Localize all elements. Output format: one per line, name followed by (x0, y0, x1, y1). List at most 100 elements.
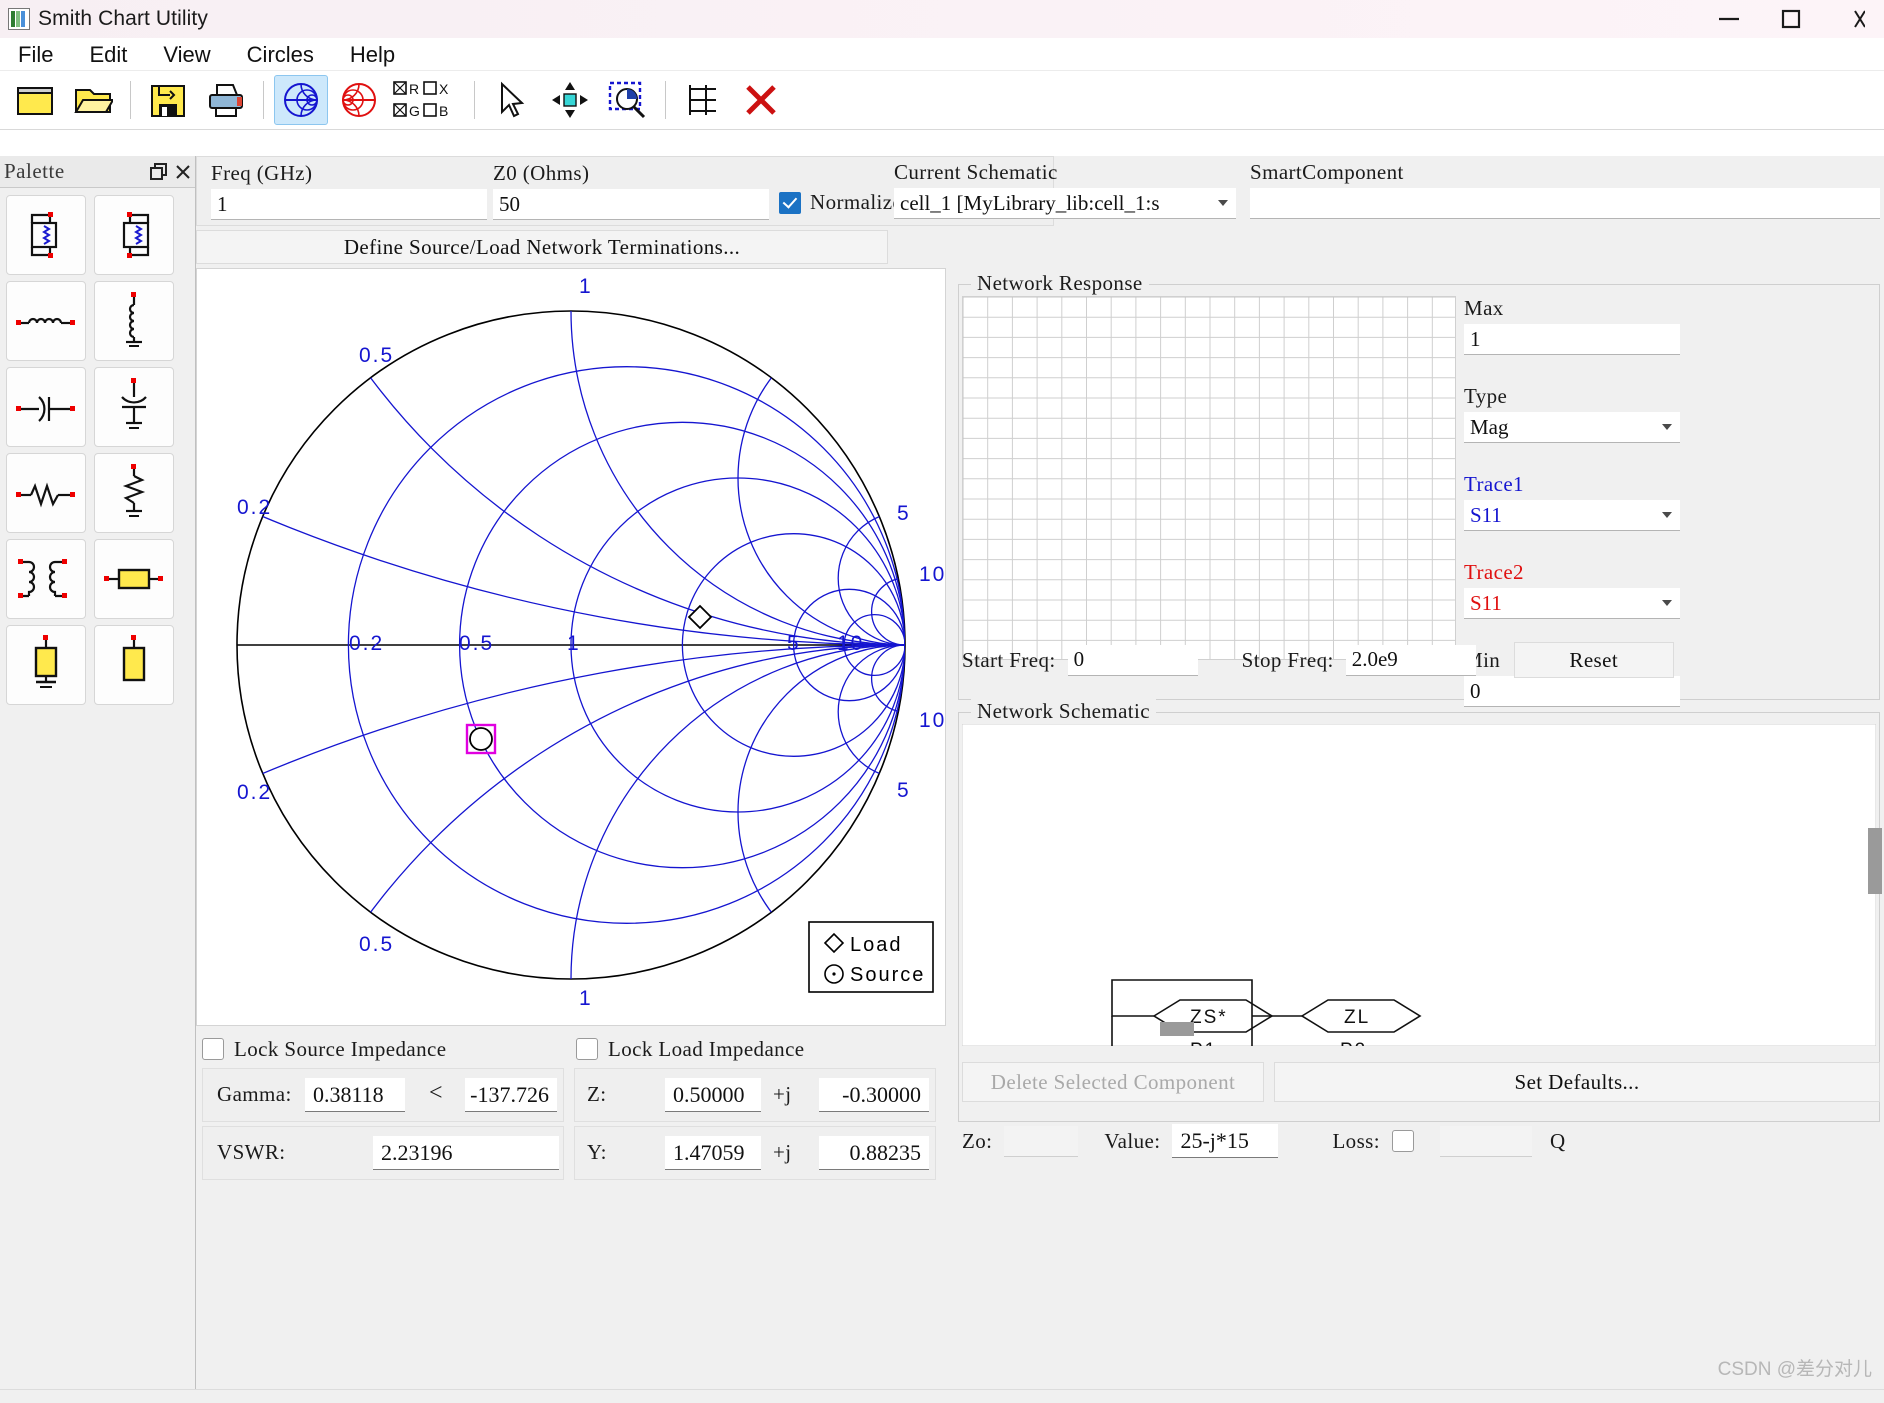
palette-shunt-r-box[interactable] (94, 195, 174, 275)
z0-input[interactable] (493, 189, 769, 220)
trace1-combobox[interactable]: S11 (1464, 500, 1680, 531)
zo-input[interactable] (1004, 1125, 1079, 1157)
select-arrow-icon[interactable] (485, 75, 539, 125)
window-controls (1698, 0, 1884, 38)
palette-header: Palette (0, 156, 195, 188)
close-icon[interactable] (1822, 0, 1884, 38)
svg-text:P2: P2 (1340, 1040, 1367, 1046)
component-properties-row: Zo: Value: 25-j*15 Loss: Q (962, 1116, 1880, 1166)
palette-title: Palette (4, 159, 65, 183)
axis-label-x-5-lower: 5 (897, 779, 911, 802)
lock-source-label: Lock Source Impedance (234, 1036, 447, 1061)
reset-button[interactable]: Reset (1513, 642, 1674, 678)
min-input[interactable] (1464, 676, 1680, 707)
vswr-input[interactable]: 2.23196 (373, 1136, 559, 1170)
gamma-angle-input[interactable]: -137.726 (465, 1078, 557, 1112)
smartcomponent-label: SmartComponent (1250, 160, 1404, 184)
network-response-plot[interactable] (962, 296, 1456, 660)
normalize-toggle[interactable]: Normalize (779, 190, 902, 215)
max-input[interactable] (1464, 324, 1680, 355)
minimize-icon[interactable] (1698, 0, 1760, 38)
zoom-region-icon[interactable] (601, 75, 655, 125)
save-icon[interactable] (141, 75, 195, 125)
palette-shorted-stub[interactable] (6, 625, 86, 705)
menu-edit[interactable]: Edit (71, 38, 145, 71)
palette-shunt-inductor[interactable] (94, 281, 174, 361)
restore-icon[interactable] (147, 160, 171, 184)
lock-load-row[interactable]: Lock Load Impedance (576, 1034, 936, 1064)
menu-file[interactable]: File (0, 38, 71, 71)
trace2-combobox[interactable]: S11 (1464, 588, 1680, 619)
network-schematic-canvas[interactable]: ZS* P1 ZL P2 (962, 724, 1876, 1046)
z-real-input[interactable]: 0.50000 (665, 1078, 761, 1112)
type-combobox[interactable]: Mag (1464, 412, 1680, 443)
source-marker[interactable] (465, 723, 497, 755)
close-icon[interactable] (171, 160, 195, 184)
y-real-input[interactable]: 1.47059 (665, 1136, 761, 1170)
y-label: Y: (587, 1140, 607, 1164)
palette-shunt-resistor[interactable] (94, 453, 174, 533)
trace2-value: S11 (1470, 590, 1502, 615)
impedance-chart-icon[interactable] (274, 75, 328, 125)
schematic-vertical-scrollbar[interactable] (1868, 828, 1882, 894)
z-row: Z: 0.50000 +j -0.30000 (574, 1068, 936, 1122)
palette-open-stub[interactable] (94, 625, 174, 705)
legend-label-source: Source (850, 964, 925, 986)
delete-icon[interactable] (734, 75, 788, 125)
axis-label-x-1-upper: 1 (579, 275, 593, 298)
smartcomponent-input[interactable] (1250, 188, 1880, 219)
rx-gb-toggles-icon[interactable]: R X G B (390, 75, 464, 125)
main-area: Freq (GHz) Z0 (Ohms) Normalize Current S… (196, 156, 1884, 1403)
value-input[interactable]: 25-j*15 (1172, 1124, 1279, 1158)
normalize-checkbox[interactable] (779, 191, 801, 214)
menu-view[interactable]: View (145, 38, 228, 71)
palette-shunt-capacitor[interactable] (94, 367, 174, 447)
current-schematic-combobox[interactable]: cell_1 [MyLibrary_lib:cell_1:s (894, 188, 1236, 219)
loss-checkbox[interactable] (1391, 1130, 1414, 1152)
chevron-down-icon (1218, 200, 1228, 206)
stop-freq-input[interactable] (1345, 644, 1476, 676)
define-terminations-button[interactable]: Define Source/Load Network Terminations.… (196, 230, 888, 264)
menu-circles[interactable]: Circles (229, 38, 332, 71)
load-marker[interactable] (687, 604, 713, 630)
loss-value-input[interactable] (1439, 1125, 1532, 1157)
y-imag-input[interactable]: 0.88235 (819, 1136, 929, 1170)
vswr-label: VSWR: (217, 1140, 286, 1164)
svg-text:ZL: ZL (1344, 1007, 1370, 1028)
chart-legend: Load Source (808, 921, 934, 993)
smith-chart-panel[interactable]: 0.2 0.5 1 5 10 1 0.5 0.2 5 10 1 0.5 0.2 … (196, 268, 946, 1026)
set-defaults-button[interactable]: Set Defaults... (1274, 1062, 1880, 1102)
z-imag-input[interactable]: -0.30000 (819, 1078, 929, 1112)
lock-source-row[interactable]: Lock Source Impedance (202, 1034, 562, 1064)
schematic-horizontal-scrollbar[interactable] (1160, 1022, 1194, 1036)
maximize-icon[interactable] (1760, 0, 1822, 38)
svg-text:G: G (409, 103, 420, 119)
gamma-mag-input[interactable]: 0.38118 (305, 1078, 405, 1112)
lock-load-checkbox[interactable] (576, 1038, 598, 1060)
print-icon[interactable] (199, 75, 253, 125)
admittance-chart-icon[interactable] (332, 75, 386, 125)
palette-series-inductor[interactable] (6, 281, 86, 361)
freq-input[interactable] (211, 189, 487, 220)
open-folder-icon[interactable] (66, 75, 120, 125)
pan-move-icon[interactable] (543, 75, 597, 125)
palette-series-tline[interactable] (94, 539, 174, 619)
title-bar: Smith Chart Utility (0, 0, 1884, 38)
palette-series-capacitor[interactable] (6, 367, 86, 447)
grid-settings-icon[interactable] (676, 75, 730, 125)
axis-label-r-0p2: 0.2 (349, 632, 384, 655)
chart-app-icon (8, 8, 30, 30)
menu-help[interactable]: Help (332, 38, 413, 71)
lock-source-checkbox[interactable] (202, 1038, 224, 1060)
vswr-row: VSWR: 2.23196 (202, 1126, 564, 1180)
palette-transformer[interactable] (6, 539, 86, 619)
start-freq-label: Start Freq: (962, 647, 1056, 672)
delete-selected-component-button[interactable]: Delete Selected Component (962, 1062, 1264, 1102)
start-freq-input[interactable] (1067, 644, 1198, 676)
palette-series-resistor[interactable] (6, 453, 86, 533)
watermark: CSDN @差分对儿 (1717, 1359, 1872, 1380)
new-file-icon[interactable] (8, 75, 62, 125)
palette-series-r-box[interactable] (6, 195, 86, 275)
status-bar (0, 1389, 1884, 1403)
smith-chart-svg[interactable]: 0.2 0.5 1 5 10 1 0.5 0.2 5 10 1 0.5 0.2 … (197, 269, 945, 1025)
